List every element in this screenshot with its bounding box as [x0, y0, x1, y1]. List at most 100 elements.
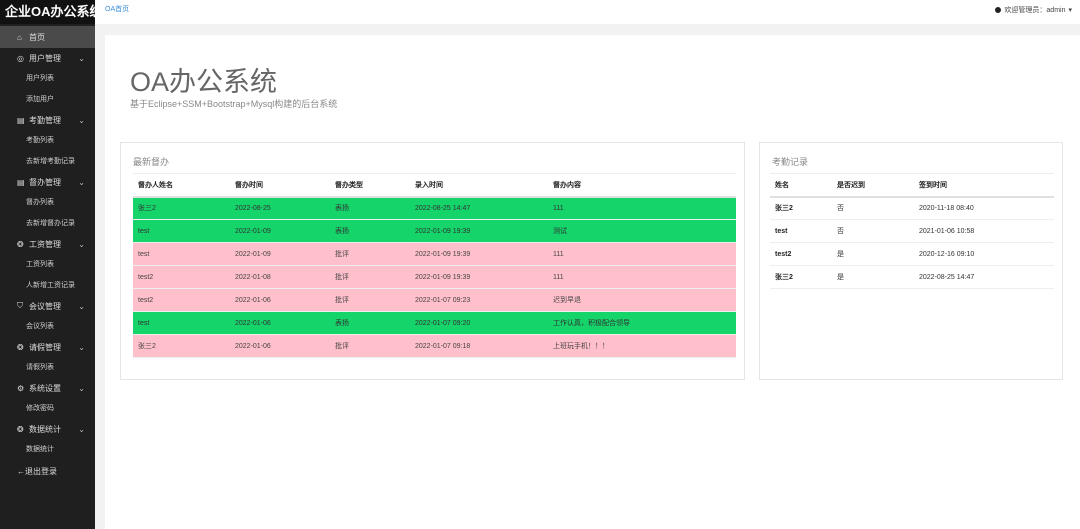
chevron-down-icon: ⌄: [78, 301, 85, 311]
sidebar-subitem[interactable]: 请假列表: [0, 357, 95, 378]
table-cell: 2022-01-06: [230, 311, 330, 335]
table-cell: 批评: [330, 334, 410, 358]
table-cell: test2: [770, 242, 832, 266]
column-header: 是否迟到: [832, 173, 914, 198]
sidebar-group-user[interactable]: ◎ 用户管理 ⌄: [0, 48, 95, 68]
sidebar-group-supervision[interactable]: ▤ 督办管理 ⌄: [0, 172, 95, 192]
attendance-card: 考勤记录 姓名 是否迟到 签到时间 张三2 否 2020-11-18 08:40 te…: [759, 142, 1063, 380]
sidebar-subitem[interactable]: 督办列表: [0, 192, 95, 213]
home-icon: ⌂: [17, 32, 22, 42]
user-menu[interactable]: 欢迎管理员：admin ▾: [995, 5, 1072, 15]
chevron-down-icon: ⌄: [78, 115, 85, 125]
table-cell: 表扬: [330, 311, 410, 335]
table-cell: 表扬: [330, 196, 410, 220]
table-cell: 批评: [330, 242, 410, 266]
sidebar-subitem[interactable]: 修改密码: [0, 398, 95, 419]
user-icon: ◎: [17, 53, 24, 63]
sidebar-subitem[interactable]: 去新增考勤记录: [0, 151, 95, 172]
table-cell: 2022-01-09 19:39: [410, 265, 548, 289]
column-header: 姓名: [770, 173, 832, 198]
table-cell: 2022-01-09: [230, 242, 330, 266]
attendance-table-body: 张三2 否 2020-11-18 08:40 test 否 2021-01-06 10:5…: [770, 196, 1054, 289]
sidebar-group-meeting[interactable]: ⛉ 会议管理 ⌄: [0, 296, 95, 316]
sidebar-group-label: 督办管理: [29, 177, 61, 187]
sidebar-group-label: 用户管理: [29, 53, 61, 63]
table-cell: 2022-01-06: [230, 334, 330, 358]
table-cell: 是: [832, 242, 914, 266]
table-row: 张三2 是 2022-08-25 14:47: [770, 265, 1054, 289]
logout-button[interactable]: ← 退出登录: [0, 460, 95, 482]
caret-down-icon: ▾: [1068, 7, 1072, 14]
shield-icon: ⛉: [17, 301, 23, 310]
table-cell: 测试: [548, 219, 736, 243]
table-cell: 2022-01-06: [230, 288, 330, 312]
table-cell: 2022-08-25: [230, 196, 330, 220]
table-cell: 2022-01-07 09:18: [410, 334, 548, 358]
sidebar-group-label: 系统设置: [29, 383, 61, 393]
user-label: 欢迎管理员：admin: [1004, 7, 1066, 14]
table-cell: 2020-12-16 09:10: [914, 242, 1054, 266]
logout-label: 退出登录: [25, 466, 57, 476]
table-cell: 工作认真，积极配合领导: [548, 311, 736, 335]
table-cell: 2021-01-06 10:58: [914, 219, 1054, 243]
app-brand: 企业OA办公系统: [0, 0, 95, 24]
table-cell: 111: [548, 196, 736, 220]
document-icon: ▤: [17, 177, 25, 187]
sidebar: 企业OA办公系统 ⌂ 首页 ◎ 用户管理 ⌄ 用户列表 添加用户 ▤ 考勤管理 …: [0, 0, 95, 529]
sidebar-subitem[interactable]: 工资列表: [0, 254, 95, 275]
table-cell: 2020-11-18 08:40: [914, 196, 1054, 220]
sidebar-subitem[interactable]: 人新增工资记录: [0, 275, 95, 296]
sidebar-subitem[interactable]: 会议列表: [0, 316, 95, 337]
sidebar-subitem[interactable]: 考勤列表: [0, 130, 95, 151]
table-cell: 张三2: [770, 265, 832, 289]
table-cell: test: [133, 242, 230, 266]
sidebar-subitem[interactable]: 用户列表: [0, 68, 95, 89]
table-cell: 批评: [330, 288, 410, 312]
sidebar-group-attendance[interactable]: ▤ 考勤管理 ⌄: [0, 110, 95, 130]
chevron-down-icon: ⌄: [78, 383, 85, 393]
supervision-title: 最新督办: [133, 157, 170, 167]
sidebar-subitem[interactable]: 添加用户: [0, 89, 95, 110]
table-cell: 111: [548, 242, 736, 266]
sidebar-group-label: 考勤管理: [29, 115, 61, 125]
table-row: test2 2022-01-08 批评 2022-01-09 19:39 111: [133, 265, 736, 289]
sidebar-groups: ◎ 用户管理 ⌄ 用户列表 添加用户 ▤ 考勤管理 ⌄ 考勤列表 去新增考勤记录…: [0, 48, 95, 460]
page-title: OA办公系统: [130, 67, 278, 97]
table-cell: test: [133, 219, 230, 243]
table-cell: 2022-01-09 19:39: [410, 219, 548, 243]
table-row: test2 2022-01-06 批评 2022-01-07 09:23 迟到早退: [133, 288, 736, 312]
table-header-row: 督办人姓名 督办时间 督办类型 录入时间 督办内容: [133, 173, 736, 198]
attendance-table: 姓名 是否迟到 签到时间 张三2 否 2020-11-18 08:40 test 否 20…: [770, 173, 1054, 289]
sidebar-group-label: 请假管理: [29, 342, 61, 352]
main-panel: OA办公系统 基于Eclipse+SSM+Bootstrap+Mysql构建的后…: [105, 35, 1080, 529]
sidebar-item-label: 首页: [29, 32, 45, 42]
supervision-card: 最新督办 督办人姓名 督办时间 督办类型 录入时间 督办内容 张三2 2022-0…: [120, 142, 745, 380]
sidebar-group-stats[interactable]: ❂ 数据统计 ⌄: [0, 419, 95, 439]
sidebar-group-settings[interactable]: ⚙ 系统设置 ⌄: [0, 378, 95, 398]
table-cell: 上班玩手机！！！: [548, 334, 736, 358]
table-row: 张三2 2022-08-25 表扬 2022-08-25 14:47 111: [133, 196, 736, 220]
table-cell: 迟到早退: [548, 288, 736, 312]
table-cell: 111: [548, 265, 736, 289]
table-cell: 2022-01-08: [230, 265, 330, 289]
table-cell: 否: [832, 196, 914, 220]
sidebar-group-salary[interactable]: ❂ 工资管理 ⌄: [0, 234, 95, 254]
chevron-down-icon: ⌄: [78, 177, 85, 187]
table-cell: 张三2: [133, 196, 230, 220]
top-bar: OA首页 欢迎管理员：admin ▾: [95, 0, 1080, 24]
sidebar-subitem[interactable]: 去新增督办记录: [0, 213, 95, 234]
chevron-down-icon: ⌄: [78, 239, 85, 249]
table-cell: 张三2: [770, 196, 832, 220]
table-row: test 否 2021-01-06 10:58: [770, 219, 1054, 243]
table-cell: test2: [133, 265, 230, 289]
column-header: 督办人姓名: [133, 173, 230, 198]
column-header: 签到时间: [914, 173, 1054, 198]
sidebar-subitem[interactable]: 数据统计: [0, 439, 95, 460]
table-row: test 2022-01-06 表扬 2022-01-07 09:20 工作认真，积极配…: [133, 311, 736, 335]
gear-icon: ❂: [17, 342, 24, 352]
table-cell: 2022-01-07 09:23: [410, 288, 548, 312]
sidebar-group-leave[interactable]: ❂ 请假管理 ⌄: [0, 337, 95, 357]
table-row: test 2022-01-09 批评 2022-01-09 19:39 111: [133, 242, 736, 266]
breadcrumb[interactable]: OA首页: [105, 4, 129, 14]
sidebar-item-home[interactable]: ⌂ 首页: [0, 26, 95, 48]
